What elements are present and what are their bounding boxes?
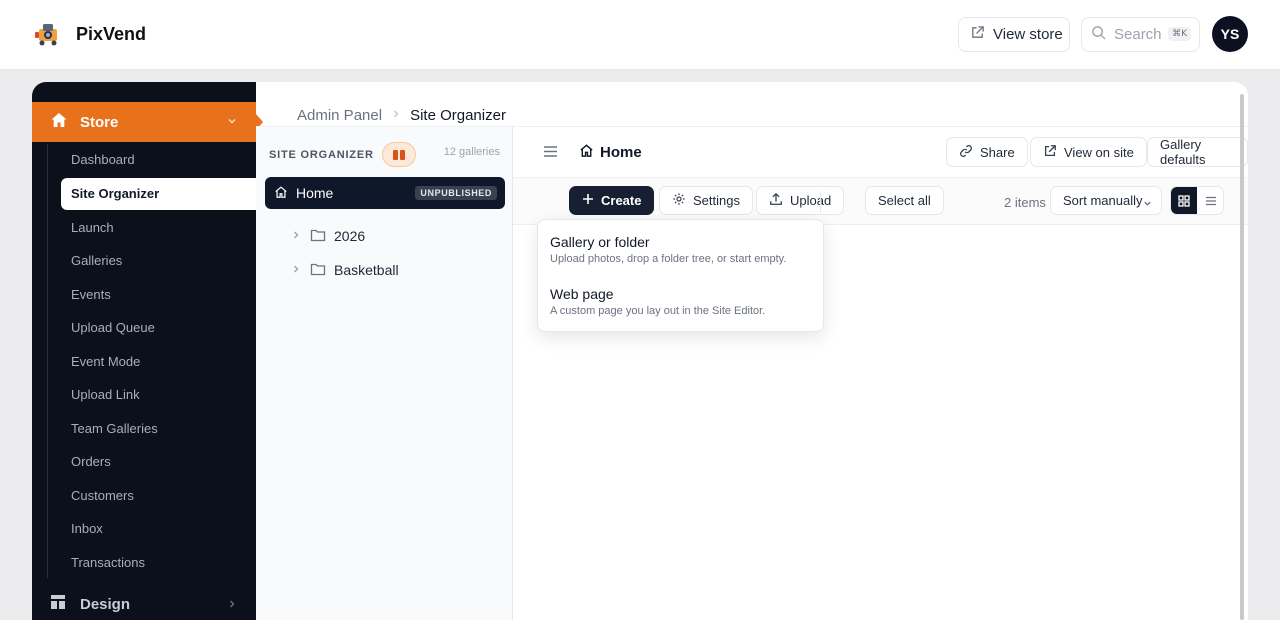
share-label: Share	[980, 144, 1015, 160]
sidebar-item-upload-link[interactable]: Upload Link	[61, 378, 256, 412]
external-edit-icon	[970, 25, 985, 44]
search-shortcut: ⌘K	[1168, 27, 1191, 41]
view-store-button[interactable]: View store	[958, 17, 1070, 52]
search-placeholder: Search	[1114, 26, 1162, 43]
menu-item-web-page[interactable]: Web page A custom page you lay out in th…	[550, 286, 765, 317]
gallery-defaults-label: Gallery defaults	[1160, 137, 1206, 167]
settings-button[interactable]: Settings	[659, 186, 753, 215]
sidebar-item-event-mode[interactable]: Event Mode	[61, 345, 256, 379]
items-count: 2 items	[1004, 195, 1046, 210]
grid-view-icon[interactable]	[1171, 187, 1197, 214]
chevron-down-icon	[226, 114, 238, 131]
tree-heading: SITE ORGANIZER	[269, 148, 374, 161]
share-button[interactable]: Share	[946, 137, 1028, 167]
view-store-label: View store	[993, 26, 1063, 43]
sidebar-item-store[interactable]: Store	[32, 102, 256, 142]
chevron-right-icon[interactable]	[290, 262, 302, 278]
top-bar: PixVend View store Search ⌘K YS	[0, 0, 1280, 70]
view-on-site-button[interactable]: View on site	[1030, 137, 1147, 167]
link-icon	[959, 144, 973, 161]
tree-header: SITE ORGANIZER	[269, 142, 416, 167]
store-subnav: Dashboard Site Organizer Launch Gallerie…	[61, 143, 256, 579]
chevron-right-icon[interactable]	[290, 228, 302, 244]
site-tree-panel: SITE ORGANIZER 12 galleries Home UNPUBLI…	[256, 126, 513, 620]
home-icon	[579, 143, 594, 162]
select-all-label: Select all	[878, 193, 931, 208]
sidebar-item-customers[interactable]: Customers	[61, 479, 256, 513]
sidebar-item-team-galleries[interactable]: Team Galleries	[61, 412, 256, 446]
sidebar-item-galleries[interactable]: Galleries	[61, 244, 256, 278]
avatar[interactable]: YS	[1212, 16, 1248, 52]
app-name[interactable]: PixVend	[76, 24, 146, 45]
upload-icon	[769, 192, 783, 209]
settings-label: Settings	[693, 193, 740, 208]
list-view-icon[interactable]	[1198, 187, 1223, 214]
select-all-button[interactable]: Select all	[865, 186, 944, 215]
tree-item-label: Basketball	[334, 262, 399, 278]
sidebar-item-dashboard[interactable]: Dashboard	[61, 143, 256, 177]
sidebar-item-events[interactable]: Events	[61, 278, 256, 312]
content-panel: Home Share View on site Gallery defaults…	[513, 126, 1248, 620]
tree-item-home[interactable]: Home UNPUBLISHED	[265, 177, 505, 209]
create-menu: Gallery or folder Upload photos, drop a …	[537, 219, 824, 332]
search-input[interactable]: Search ⌘K	[1081, 17, 1200, 52]
folder-icon	[310, 228, 326, 245]
menu-item-description: A custom page you lay out in the Site Ed…	[550, 305, 766, 317]
tree-item-2026[interactable]: 2026	[290, 222, 365, 250]
upload-button[interactable]: Upload	[756, 186, 845, 215]
menu-item-gallery-or-folder[interactable]: Gallery or folder Upload photos, drop a …	[550, 234, 786, 265]
breadcrumb-admin-panel[interactable]: Admin Panel	[297, 107, 382, 124]
plus-icon	[582, 193, 594, 208]
menu-item-description: Upload photos, drop a folder tree, or st…	[550, 253, 787, 265]
sidebar-item-launch[interactable]: Launch	[61, 211, 256, 245]
home-icon	[274, 185, 288, 202]
folder-icon	[310, 262, 326, 279]
book-icon[interactable]	[381, 142, 416, 167]
view-on-site-label: View on site	[1064, 144, 1134, 160]
tree-item-basketball[interactable]: Basketball	[290, 256, 399, 284]
sidebar-item-design[interactable]: Design	[32, 586, 256, 620]
sidebar-item-transactions[interactable]: Transactions	[61, 546, 256, 580]
sort-select-value: Sort manually	[1063, 193, 1143, 208]
page-title: Home	[579, 143, 642, 162]
layout-icon	[50, 594, 66, 614]
logo-icon[interactable]	[34, 21, 62, 47]
scrollbar[interactable]	[1240, 94, 1244, 620]
subnav-rail	[47, 144, 48, 578]
chevron-down-icon	[1142, 197, 1153, 212]
sidebar-item-label: Store	[80, 113, 119, 131]
tree-item-label: Home	[296, 185, 334, 201]
sidebar-item-inbox[interactable]: Inbox	[61, 512, 256, 546]
sidebar-item-upload-queue[interactable]: Upload Queue	[61, 311, 256, 345]
create-button[interactable]: Create	[569, 186, 655, 215]
app-shell: Store Dashboard Site Organizer Launch Ga…	[32, 82, 1248, 620]
view-toggle	[1170, 186, 1224, 215]
search-icon	[1091, 25, 1106, 44]
upload-label: Upload	[790, 193, 832, 208]
sidebar-item-site-organizer[interactable]: Site Organizer	[61, 177, 256, 210]
sidebar-item-label: Design	[80, 595, 131, 613]
status-badge: UNPUBLISHED	[415, 186, 497, 200]
chevron-right-icon	[390, 107, 402, 124]
sidebar: Store Dashboard Site Organizer Launch Ga…	[32, 82, 256, 620]
toolbar: Create Settings Upload Select all 2 item…	[513, 177, 1248, 225]
sort-select[interactable]: Sort manually	[1050, 186, 1162, 215]
sidebar-item-orders[interactable]: Orders	[61, 445, 256, 479]
chevron-right-icon	[226, 597, 238, 614]
toolbar-divider	[820, 191, 821, 213]
menu-item-title: Gallery or folder	[550, 234, 650, 250]
home-icon	[50, 111, 68, 133]
breadcrumb-site-organizer: Site Organizer	[410, 107, 506, 124]
external-link-icon	[1043, 144, 1057, 161]
breadcrumb: Admin Panel Site Organizer	[297, 107, 506, 124]
page-title-text: Home	[600, 144, 642, 161]
gallery-defaults-button[interactable]: Gallery defaults	[1147, 137, 1248, 167]
menu-item-title: Web page	[550, 286, 614, 302]
gear-icon	[672, 192, 686, 209]
gallery-count: 12 galleries	[443, 146, 500, 158]
create-label: Create	[601, 193, 642, 208]
menu-icon[interactable]	[543, 145, 558, 163]
tree-item-label: 2026	[334, 228, 366, 244]
